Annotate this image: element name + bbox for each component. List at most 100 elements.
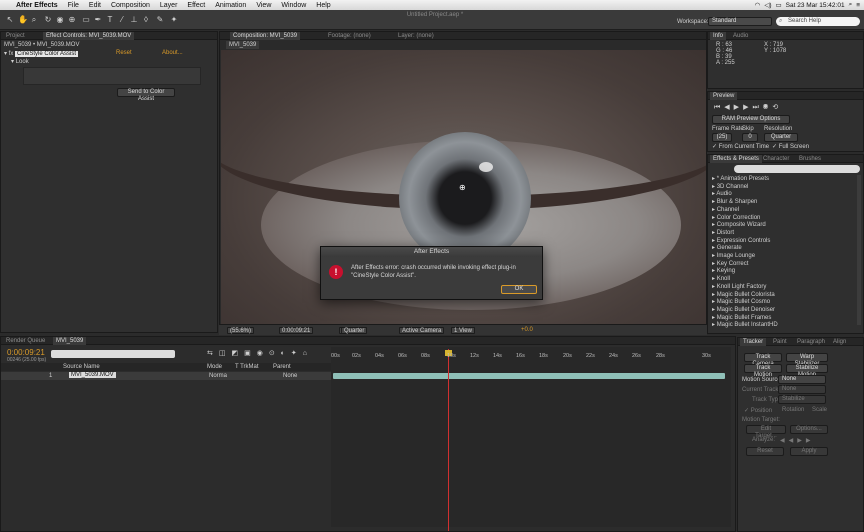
menu-app[interactable]: After Effects	[16, 2, 58, 9]
frame-rate-select[interactable]: (25)	[712, 133, 732, 142]
effects-item[interactable]: ▸ Channel	[712, 206, 739, 213]
tab-audio[interactable]: Audio	[730, 32, 751, 40]
tab-preview[interactable]: Preview	[710, 92, 738, 100]
scale-checkbox[interactable]: Scale	[812, 407, 827, 413]
rectangle-tool-icon[interactable]: ▭	[82, 15, 90, 24]
active-camera-select[interactable]: Active Camera	[399, 327, 445, 334]
tab-effects-presets[interactable]: Effects & Presets	[710, 155, 762, 163]
tab-character[interactable]: Character	[760, 155, 792, 163]
effects-item[interactable]: ▸ 3D Channel	[712, 183, 748, 190]
track-motion-button[interactable]: Track Motion	[744, 364, 782, 378]
tab-timeline-comp[interactable]: MVI_5039	[53, 337, 87, 345]
menu-window[interactable]: Window	[281, 2, 306, 9]
tab-effect-controls[interactable]: Effect Controls: MVI_5039.MOV	[43, 32, 135, 40]
menu-view[interactable]: View	[256, 2, 271, 9]
ram-preview-options-select[interactable]: RAM Preview Options	[712, 115, 790, 124]
motion-source-select[interactable]: None	[778, 375, 826, 384]
col-source-name[interactable]: Source Name	[63, 364, 100, 370]
effect-row[interactable]: ▾ fx CineStyle Color Assist Reset About.…	[4, 50, 216, 57]
tab-info[interactable]: Info	[710, 32, 727, 40]
tab-composition[interactable]: Composition: MVI_5039	[230, 32, 301, 40]
tab-render-queue[interactable]: Render Queue	[3, 337, 48, 345]
type-tool-icon[interactable]: T	[106, 15, 114, 24]
stabilize-motion-button[interactable]: Stabilize Motion	[786, 364, 828, 378]
hand-tool-icon[interactable]: ✋	[18, 15, 28, 24]
effects-item[interactable]: ▸ Magic Bullet Frames	[712, 314, 771, 321]
effects-item[interactable]: ▸ Key Correct	[712, 260, 748, 267]
edit-target-button[interactable]: Edit Target...	[746, 425, 786, 439]
track-camera-button[interactable]: Track Camera	[744, 353, 782, 367]
exposure-value[interactable]: +0.0	[519, 327, 535, 334]
send-to-color-assist-button[interactable]: Send to Color Assist	[117, 88, 175, 102]
timeline-timecode[interactable]: 0:00:09:21	[7, 348, 45, 357]
effects-item[interactable]: ▸ Magic Bullet Colorista	[712, 291, 775, 298]
skip-select[interactable]: 0	[742, 133, 758, 142]
workspace-select[interactable]: Standard	[708, 17, 772, 26]
zoom-select[interactable]: (55.6%)	[227, 327, 255, 334]
effects-item[interactable]: ▸ Generate	[712, 244, 742, 251]
warp-stabilizer-button[interactable]: Warp Stabilizer	[786, 353, 828, 367]
zoom-tool-icon[interactable]: ⌕	[30, 15, 38, 24]
resolution-select[interactable]: Quarter	[341, 327, 368, 334]
effects-item[interactable]: ▸ Composite Wizard	[712, 221, 766, 228]
pen-tool-icon[interactable]: ✒	[94, 15, 102, 24]
effects-item[interactable]: ▸ Blur & Sharpen	[712, 198, 757, 205]
from-current-time-checkbox[interactable]: ✓ From Current Time	[712, 143, 769, 150]
menu-animation[interactable]: Animation	[215, 2, 246, 9]
effects-item[interactable]: ▸ Distort	[712, 229, 734, 236]
effects-item[interactable]: ▸ Knoll	[712, 275, 730, 282]
current-track-select[interactable]: None	[778, 385, 826, 394]
menu-effect[interactable]: Effect	[187, 2, 205, 9]
effects-item[interactable]: ▸ Audio	[712, 190, 732, 197]
brush-tool-icon[interactable]: ⁄	[118, 15, 126, 24]
effects-item[interactable]: ▸ Magic Bullet InstantHD	[712, 321, 778, 328]
effects-search-input[interactable]	[734, 165, 860, 173]
camera-tool-icon[interactable]: ◉	[56, 15, 64, 24]
list-icon[interactable]: ≡	[856, 2, 860, 9]
effects-item[interactable]: ▸ Expression Controls	[712, 237, 770, 244]
roto-brush-icon[interactable]: ✎	[156, 15, 164, 24]
effects-item[interactable]: ▸ * Animation Presets	[712, 175, 769, 182]
battery-icon[interactable]: ▭	[776, 1, 782, 9]
comp-subtab[interactable]: MVI_5039	[226, 41, 260, 49]
effects-item[interactable]: ▸ Color Correction	[712, 214, 760, 221]
position-checkbox[interactable]: ✓ Position	[744, 407, 772, 414]
effects-item[interactable]: ▸ Image Lounge	[712, 252, 755, 259]
tab-paint[interactable]: Paint	[770, 338, 790, 346]
view-layout-select[interactable]: 1 View	[451, 327, 475, 334]
layer-parent[interactable]: None	[283, 373, 297, 379]
effects-item[interactable]: ▸ Knoll Light Factory	[712, 283, 766, 290]
dialog-ok-button[interactable]: OK	[501, 285, 537, 294]
rotation-checkbox[interactable]: Rotation	[782, 407, 804, 413]
selection-tool-icon[interactable]: ↖	[6, 15, 14, 24]
menu-file[interactable]: File	[68, 2, 79, 9]
timeline-search-input[interactable]	[51, 350, 175, 358]
volume-icon[interactable]: ◁)	[764, 1, 771, 9]
transport-controls[interactable]: ⏮◀︎▶︎▶︎⏭◉⟲	[714, 103, 782, 112]
comp-timecode[interactable]: 0:00:09:21	[279, 327, 314, 334]
tab-align[interactable]: Align	[830, 338, 849, 346]
layer-mode[interactable]: Norma	[209, 373, 227, 379]
effects-scrollbar[interactable]	[857, 175, 861, 325]
tab-project[interactable]: Project	[3, 32, 28, 40]
playhead[interactable]	[448, 349, 449, 531]
clone-tool-icon[interactable]: ⊥	[130, 15, 138, 24]
spotlight-icon[interactable]: ⌕	[849, 1, 853, 9]
tab-layer[interactable]: Layer: (none)	[395, 32, 437, 40]
effect-reset-link[interactable]: Reset	[116, 50, 132, 56]
tracker-apply-button[interactable]: Apply	[790, 447, 828, 456]
col-trkmat[interactable]: T TrkMat	[235, 364, 259, 370]
search-help-input[interactable]: ⌕ Search Help	[776, 17, 860, 26]
preview-resolution-select[interactable]: Quarter	[764, 133, 798, 142]
rotate-tool-icon[interactable]: ↻	[44, 15, 52, 24]
puppet-tool-icon[interactable]: ✦	[170, 15, 178, 24]
timeline-switches[interactable]: ⇆◫◩▣◉⊙◐✦⌂	[207, 349, 313, 357]
col-parent[interactable]: Parent	[273, 364, 291, 370]
clock[interactable]: Sat 23 Mar 15:42:01	[786, 2, 845, 9]
fx-badge[interactable]: ▾ fx	[4, 51, 13, 57]
layer-duration-bar[interactable]	[333, 373, 725, 379]
layer-row[interactable]: 1 MVI_5039.MOV Norma None	[1, 372, 331, 380]
pan-behind-tool-icon[interactable]: ⊕	[68, 15, 76, 24]
tab-footage[interactable]: Footage: (none)	[325, 32, 374, 40]
tab-brushes[interactable]: Brushes	[796, 155, 824, 163]
